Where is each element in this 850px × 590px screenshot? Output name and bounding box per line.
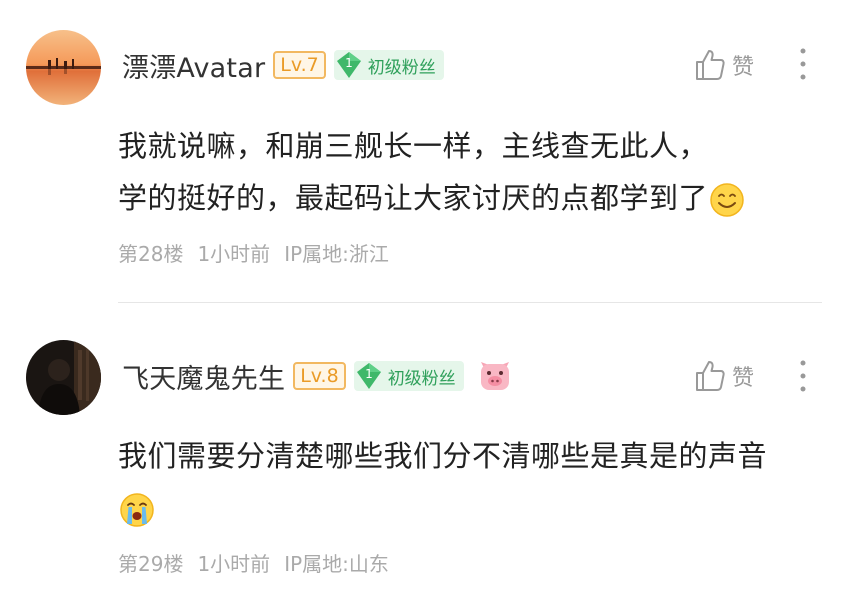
- fan-badge-label: 初级粉丝: [387, 368, 456, 389]
- ip-location: IP属地:浙江: [284, 242, 389, 266]
- like-button[interactable]: 赞: [694, 356, 754, 396]
- comment-meta: 第29楼 1小时前 IP属地:山东: [118, 548, 389, 577]
- fan-gem-icon: 1: [354, 361, 384, 391]
- divider: [118, 302, 822, 303]
- crying-emoji-icon: [118, 491, 156, 529]
- fan-badge: 1 初级粉丝: [333, 50, 444, 80]
- post-time: 1小时前: [197, 242, 271, 266]
- floor-number: 第28楼: [118, 242, 184, 266]
- fan-badge-label: 初级粉丝: [367, 57, 436, 78]
- like-label: 赞: [732, 366, 755, 391]
- comment-meta: 第28楼 1小时前 IP属地:浙江: [118, 238, 389, 267]
- thumbs-up-icon: [694, 48, 726, 82]
- comment-item: 漂漂Avatar Lv.7 1 初级粉丝 赞 我就说嘛，和崩三舰长一样，主线查无…: [0, 0, 850, 304]
- fan-gem-icon: 1: [334, 50, 364, 80]
- svg-text:1: 1: [365, 367, 373, 381]
- thumbs-up-icon: [694, 359, 726, 393]
- pig-icon: [478, 359, 512, 393]
- svg-text:1: 1: [345, 56, 353, 70]
- username[interactable]: 漂漂Avatar: [122, 46, 265, 85]
- like-button[interactable]: 赞: [694, 45, 754, 85]
- avatar[interactable]: [26, 30, 101, 105]
- comment-content: 我们需要分清楚哪些我们分不清哪些是真是的声音: [118, 430, 820, 534]
- username[interactable]: 飞天魔鬼先生: [122, 357, 285, 396]
- smile-emoji-icon: [708, 181, 746, 219]
- more-options-icon[interactable]: [796, 46, 810, 82]
- level-badge: Lv.7: [273, 51, 326, 79]
- level-badge: Lv.8: [293, 362, 346, 390]
- more-options-icon[interactable]: [796, 358, 810, 394]
- ip-location: IP属地:山东: [284, 552, 389, 576]
- avatar[interactable]: [26, 340, 101, 415]
- like-label: 赞: [732, 55, 755, 80]
- content-line-text: 学的挺好的，最起码让大家讨厌的点都学到了: [118, 181, 709, 215]
- content-line: 我就说嘛，和崩三舰长一样，主线查无此人，: [118, 129, 709, 163]
- comment-header: 漂漂Avatar Lv.7 1 初级粉丝: [122, 45, 444, 85]
- content-line: 学的挺好的，最起码让大家讨厌的点都学到了: [118, 172, 820, 224]
- content-line: [118, 482, 820, 534]
- post-time: 1小时前: [197, 552, 271, 576]
- comment-header: 飞天魔鬼先生 Lv.8 1 初级粉丝: [122, 356, 512, 396]
- comment-item: 飞天魔鬼先生 Lv.8 1 初级粉丝 赞 我们需要分清楚哪些我们分不清哪些是真是…: [0, 306, 850, 590]
- fan-badge: 1 初级粉丝: [353, 361, 464, 391]
- floor-number: 第29楼: [118, 552, 184, 576]
- comment-content: 我就说嘛，和崩三舰长一样，主线查无此人， 学的挺好的，最起码让大家讨厌的点都学到…: [118, 120, 820, 224]
- content-line: 我们需要分清楚哪些我们分不清哪些是真是的声音: [118, 439, 768, 473]
